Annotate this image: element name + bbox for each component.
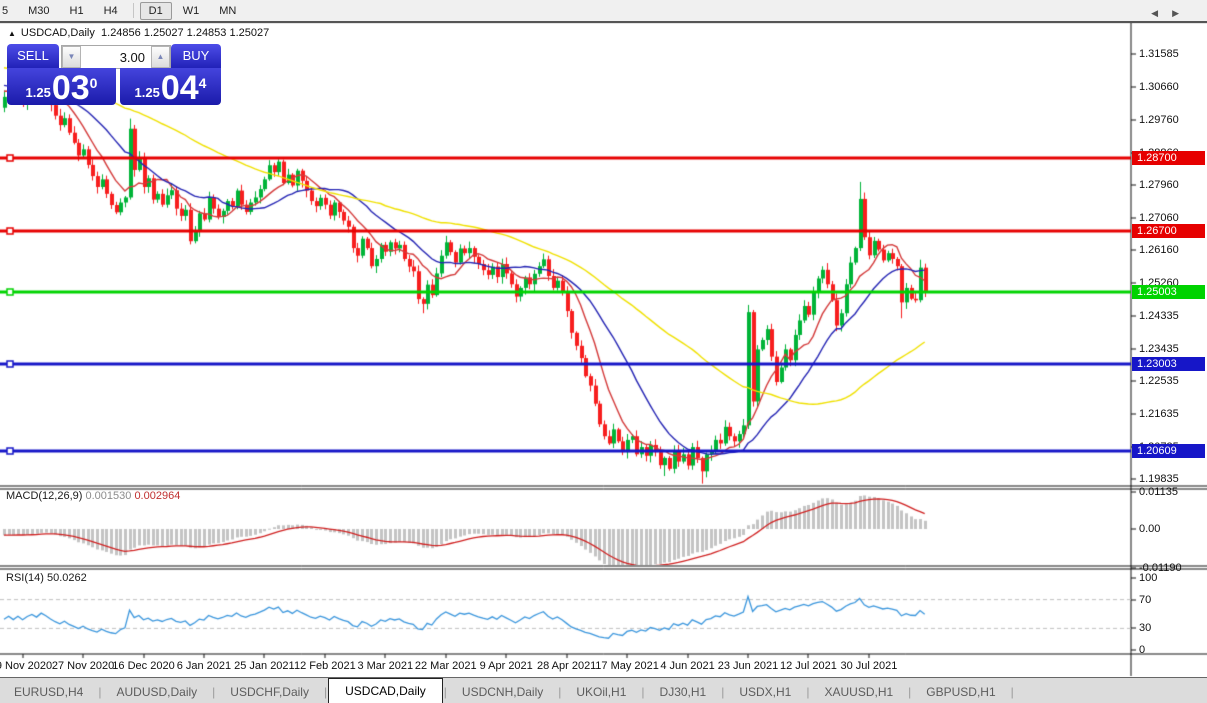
date-label: 9 Apr 2021 xyxy=(479,660,533,672)
date-label: 30 Jul 2021 xyxy=(840,660,898,672)
volume-input[interactable] xyxy=(81,46,151,68)
rsi-label: RSI(14) 50.0262 xyxy=(6,572,87,584)
price-level-badge: 1.28700 xyxy=(1132,151,1205,166)
price-level-badge: 1.25003 xyxy=(1132,285,1205,300)
sell-price-small: 1.25 xyxy=(25,85,51,100)
rsi-value: 50.0262 xyxy=(46,572,87,584)
sell-price-panel[interactable]: 1.25 03 0 xyxy=(7,68,116,105)
date-label: 16 Dec 2020 xyxy=(112,660,175,672)
timeframe-button-5[interactable]: 5 xyxy=(0,2,17,20)
timeframe-button-d1[interactable]: D1 xyxy=(139,1,172,20)
symbol-tab-dj30[interactable]: DJ30,H1 xyxy=(646,681,721,703)
tab-scroll-right-icon: ▶ xyxy=(1172,8,1193,18)
price-tick-label: 1.27060 xyxy=(1139,211,1179,224)
price-tick-label: 1.23435 xyxy=(1139,342,1179,355)
price-tick-label: 1.24335 xyxy=(1139,310,1179,323)
symbol-tab-eurusd[interactable]: EURUSD,H4 xyxy=(0,681,97,703)
macd-signal-value: 0.002964 xyxy=(134,490,181,502)
price-tick-label: 1.21635 xyxy=(1139,407,1179,420)
rsi-axis-label: 0 xyxy=(1139,644,1146,656)
date-label: 25 Jan 2021 xyxy=(234,660,295,672)
price-tick-label: 1.27960 xyxy=(1139,179,1179,192)
macd-axis-label: 0.00 xyxy=(1139,523,1161,535)
tab-separator: | xyxy=(1010,685,1014,699)
timeframe-button-mn[interactable]: MN xyxy=(210,2,245,20)
price-tick-label: 1.31585 xyxy=(1139,48,1179,60)
volume-spinner: ▼ ▲ xyxy=(61,45,171,69)
tab-scroll-left-icon: ◀ xyxy=(1151,8,1173,18)
date-label: 9 Nov 2020 xyxy=(0,660,53,672)
timeframe-button-w1[interactable]: W1 xyxy=(174,2,209,20)
timeframe-button-h1[interactable]: H1 xyxy=(61,2,93,20)
chart-ohlc-values: 1.24856 1.25027 1.24853 1.25027 xyxy=(101,27,270,39)
volume-down-icon[interactable]: ▼ xyxy=(62,46,81,68)
date-label: 27 Nov 2020 xyxy=(51,660,115,672)
symbol-tab-gbpusd[interactable]: GBPUSD,H1 xyxy=(912,681,1009,703)
date-label: 17 May 2021 xyxy=(595,660,659,672)
symbol-tab-usdchf[interactable]: USDCHF,Daily xyxy=(216,681,323,703)
toolbar-separator xyxy=(132,3,134,18)
symbol-tab-bar: EURUSD,H4 | AUDUSD,Daily | USDCHF,Daily | USDC… xyxy=(0,677,1207,703)
date-label: 12 Jul 2021 xyxy=(779,660,837,672)
chart-symbol-label: USDCAD,Daily xyxy=(20,27,95,39)
date-label: 4 Jun 2021 xyxy=(660,660,715,672)
date-label: 22 Mar 2021 xyxy=(414,660,477,672)
macd-axis-label: 0.01135 xyxy=(1139,485,1178,498)
symbol-tab-xauusd[interactable]: XAUUSD,H1 xyxy=(810,681,907,703)
sell-button[interactable]: SELL xyxy=(7,44,59,68)
expand-arrow-icon[interactable]: ▲ xyxy=(8,29,16,38)
price-level-badge: 1.23003 xyxy=(1132,357,1205,372)
symbol-tab-usdx[interactable]: USDX,H1 xyxy=(725,681,805,703)
price-level-badge: 1.20609 xyxy=(1132,444,1205,459)
date-label: 12 Feb 2021 xyxy=(293,660,356,672)
price-level-badge: 1.26700 xyxy=(1132,223,1205,238)
price-tick-label: 1.29760 xyxy=(1139,114,1179,127)
timeframe-button-h4[interactable]: H4 xyxy=(95,2,127,20)
buy-price-sup: 4 xyxy=(198,75,207,91)
symbol-tab-audusd[interactable]: AUDUSD,Daily xyxy=(102,681,211,703)
date-label: 23 Jun 2021 xyxy=(717,660,779,672)
symbol-tab-usdcad[interactable]: USDCAD,Daily xyxy=(328,678,443,703)
price-tick-label: 1.19835 xyxy=(1139,473,1179,486)
chart-title: ▲ USDCAD,Daily 1.24856 1.25027 1.24853 1.… xyxy=(8,27,269,39)
macd-label: MACD(12,26,9) 0.001530 0.002964 xyxy=(6,490,181,502)
timeframe-toolbar: 5 M30 H1 H4 D1 W1 MN xyxy=(0,0,1207,23)
date-label: 6 Jan 2021 xyxy=(176,660,232,672)
rsi-axis-label: 30 xyxy=(1139,622,1152,635)
price-tick-label: 1.26160 xyxy=(1139,244,1179,257)
date-label: 28 Apr 2021 xyxy=(536,660,597,672)
tab-scroll-arrows[interactable]: ◀▶ xyxy=(1151,8,1193,19)
buy-price-big: 04 xyxy=(160,69,199,107)
sell-price-big: 03 xyxy=(51,69,90,107)
rsi-axis-label: 100 xyxy=(1139,572,1158,584)
one-click-trade-panel: SELL ▼ ▲ BUY 1.25 03 0 1.25 04 4 xyxy=(7,44,221,105)
rsi-axis-label: 70 xyxy=(1139,593,1152,606)
price-tick-label: 1.30660 xyxy=(1139,81,1179,94)
buy-button[interactable]: BUY xyxy=(171,44,221,68)
symbol-tab-ukoil[interactable]: UKOil,H1 xyxy=(562,681,640,703)
volume-up-icon[interactable]: ▲ xyxy=(151,46,170,68)
date-label: 3 Mar 2021 xyxy=(357,660,414,672)
sell-price-sup: 0 xyxy=(89,75,98,91)
mt4-window: 5 M30 H1 H4 D1 W1 MN ▲ USDCAD,Daily 1.24856 1.2… xyxy=(0,0,1207,703)
macd-main-value: 0.001530 xyxy=(85,490,132,502)
timeframe-button-m30[interactable]: M30 xyxy=(19,2,58,20)
buy-price-small: 1.25 xyxy=(134,85,160,100)
buy-price-panel[interactable]: 1.25 04 4 xyxy=(120,68,221,105)
symbol-tab-usdcnh[interactable]: USDCNH,Daily xyxy=(448,681,557,703)
price-tick-label: 1.22535 xyxy=(1139,375,1179,388)
